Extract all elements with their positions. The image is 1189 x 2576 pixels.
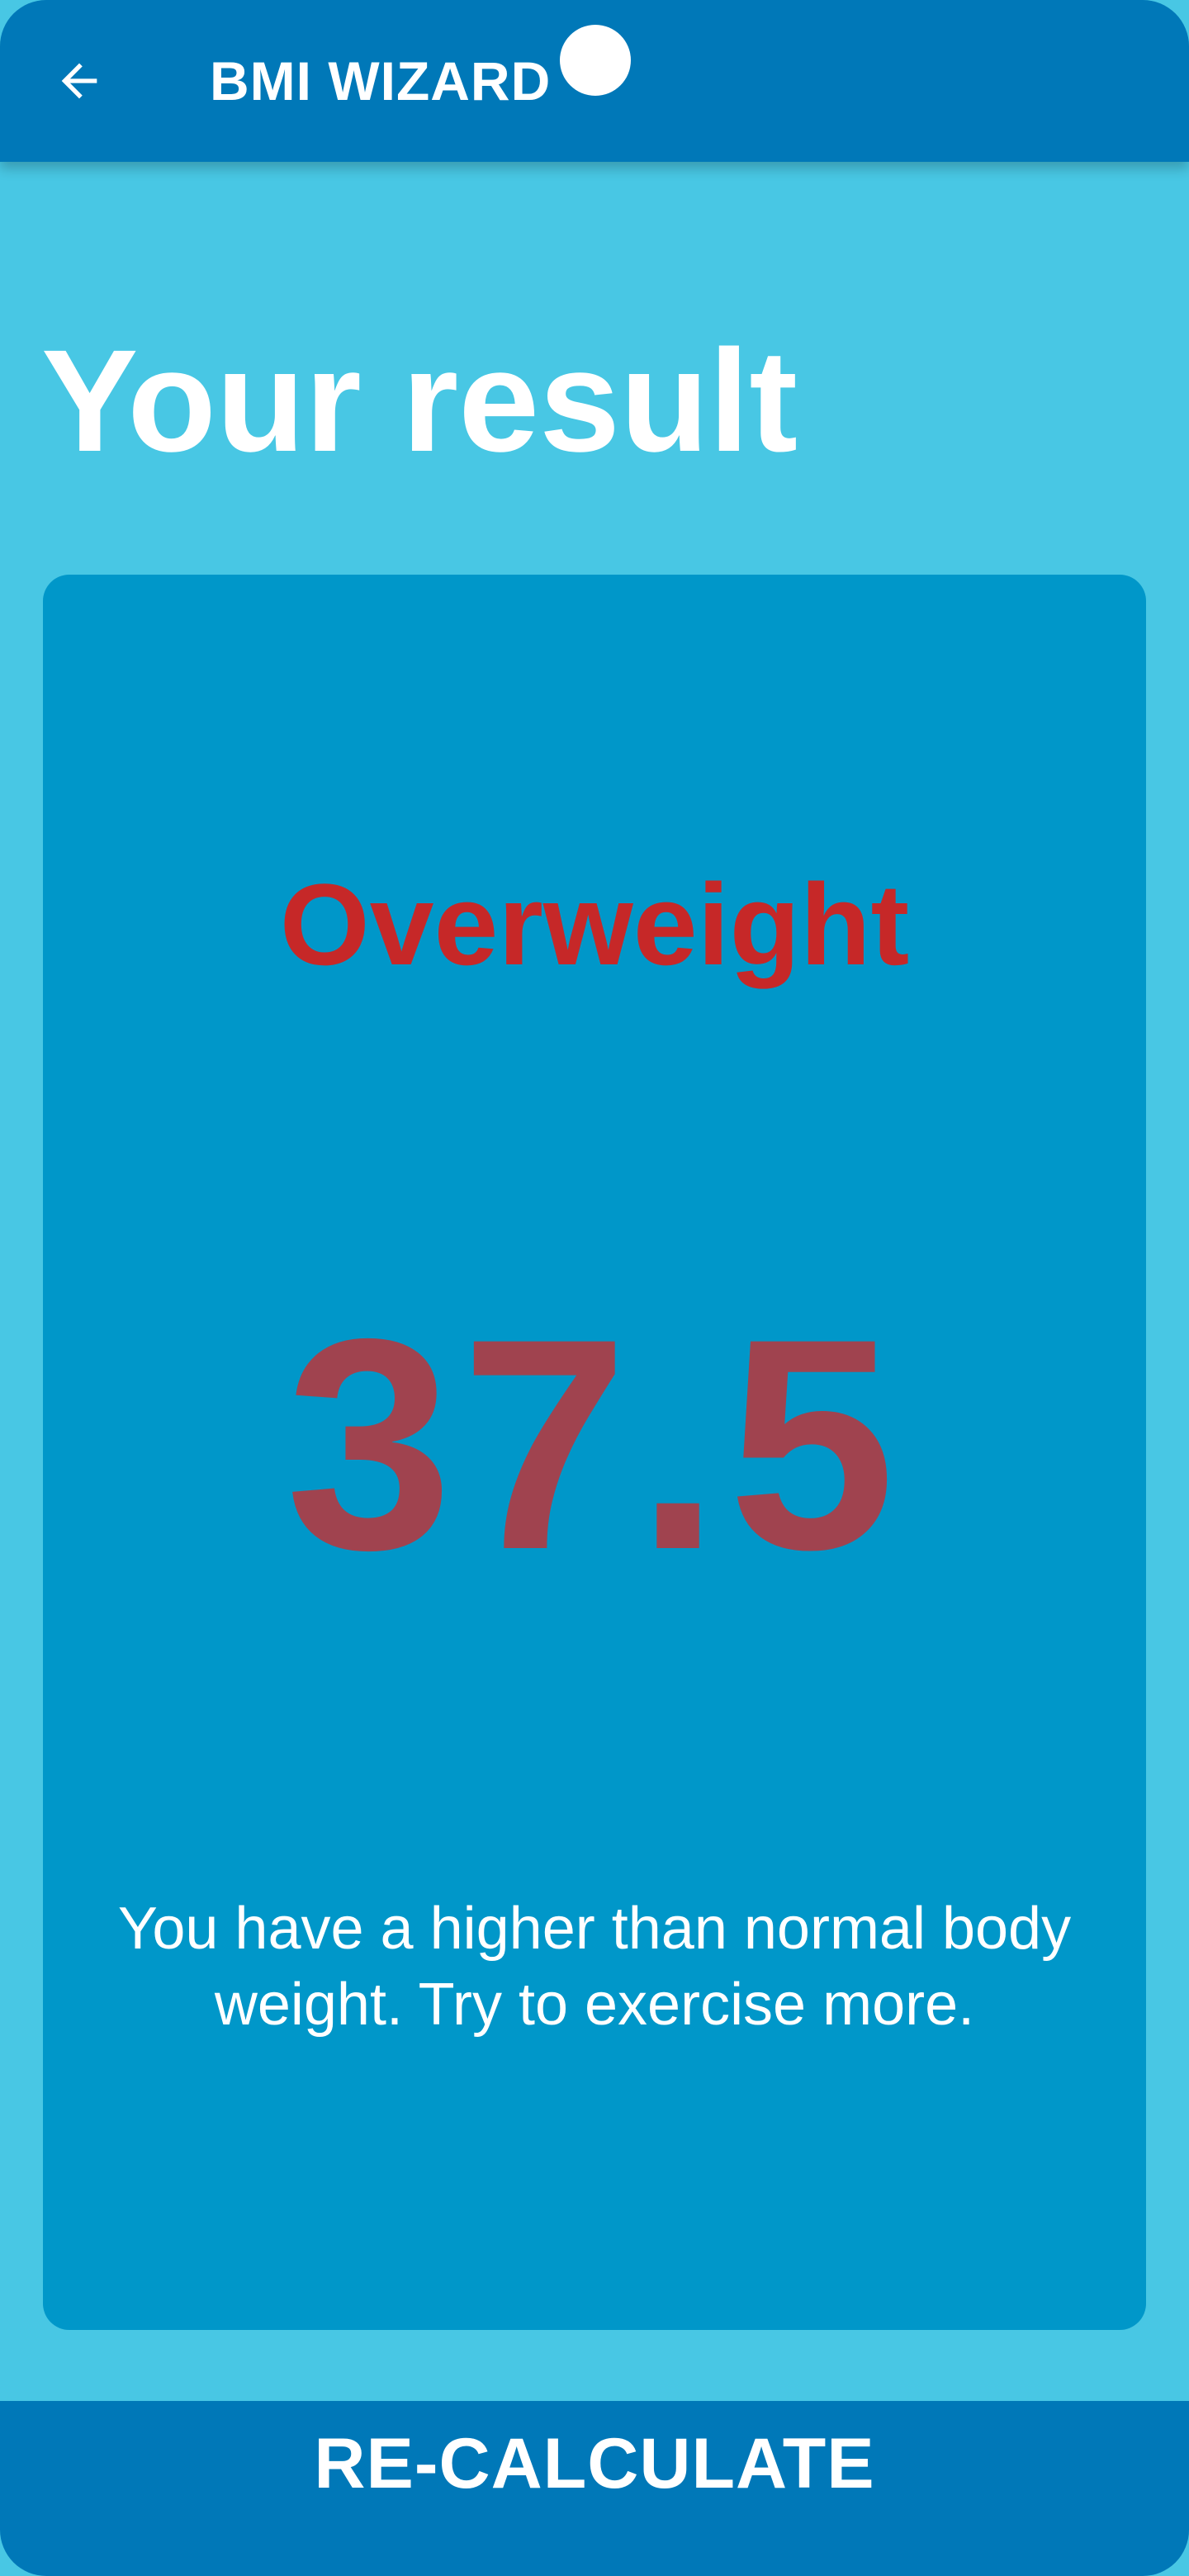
bmi-result-screen: BMI WIZARD Your result Overweight 37.5 Y… <box>0 0 1189 2576</box>
app-bar: BMI WIZARD <box>0 0 1189 162</box>
page-title: Your result <box>41 320 798 482</box>
recalculate-label: RE-CALCULATE <box>314 2424 875 2503</box>
app-title: BMI WIZARD <box>210 50 552 111</box>
bmi-value: 37.5 <box>285 1276 904 1612</box>
arrow-left-icon <box>61 63 97 99</box>
camera-cutout <box>560 25 631 96</box>
result-message: You have a higher than normal body weigh… <box>117 1896 1072 2038</box>
result-category: Overweight <box>279 859 910 989</box>
recalculate-button[interactable]: RE-CALCULATE <box>0 2401 1189 2576</box>
back-button[interactable] <box>43 45 116 117</box>
